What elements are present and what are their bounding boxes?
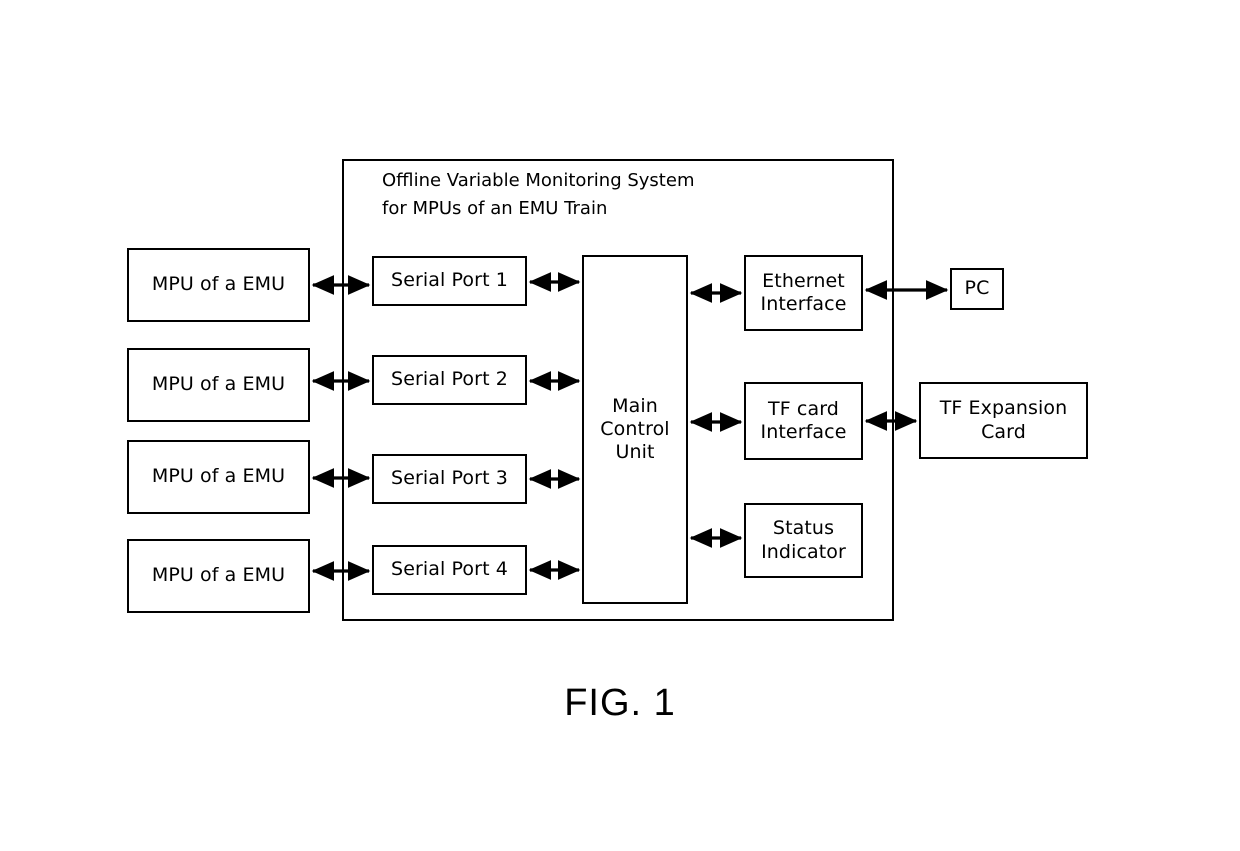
node-serial-port-3: Serial Port 3 (372, 454, 527, 504)
node-mpu-4: MPU of a EMU (127, 539, 310, 613)
node-status-indicator-label: Status Indicator (761, 517, 846, 563)
node-serial-port-4: Serial Port 4 (372, 545, 527, 595)
node-mpu-2: MPU of a EMU (127, 348, 310, 422)
node-main-control-unit: Main Control Unit (582, 255, 688, 604)
node-tf-expansion-card-label: TF Expansion Card (939, 397, 1068, 443)
node-status-indicator: Status Indicator (744, 503, 863, 578)
node-tf-expansion-card: TF Expansion Card (919, 382, 1088, 459)
node-tf-card-interface: TF card Interface (744, 382, 863, 460)
node-mpu-4-label: MPU of a EMU (151, 564, 286, 587)
node-tf-card-interface-label: TF card Interface (760, 397, 847, 443)
node-pc: PC (950, 268, 1004, 310)
node-mpu-2-label: MPU of a EMU (151, 373, 286, 396)
node-ethernet-interface-label: Ethernet Interface (760, 269, 847, 315)
node-serial-port-4-label: Serial Port 4 (391, 558, 508, 581)
node-main-control-unit-label: Main Control Unit (600, 394, 670, 464)
node-ethernet-interface: Ethernet Interface (744, 255, 863, 331)
system-title-label: Offline Variable Monitoring System for M… (382, 170, 695, 219)
figure-caption: FIG. 1 (564, 682, 676, 724)
node-serial-port-2-label: Serial Port 2 (391, 368, 508, 391)
node-pc-label: PC (964, 277, 990, 300)
node-serial-port-1-label: Serial Port 1 (391, 269, 508, 292)
figure-1-diagram: Offline Variable Monitoring System for M… (0, 0, 1240, 851)
node-serial-port-3-label: Serial Port 3 (391, 467, 508, 490)
node-mpu-3-label: MPU of a EMU (151, 465, 286, 488)
node-mpu-1-label: MPU of a EMU (151, 273, 286, 296)
node-serial-port-1: Serial Port 1 (372, 256, 527, 306)
node-serial-port-2: Serial Port 2 (372, 355, 527, 405)
node-mpu-1: MPU of a EMU (127, 248, 310, 322)
node-mpu-3: MPU of a EMU (127, 440, 310, 514)
